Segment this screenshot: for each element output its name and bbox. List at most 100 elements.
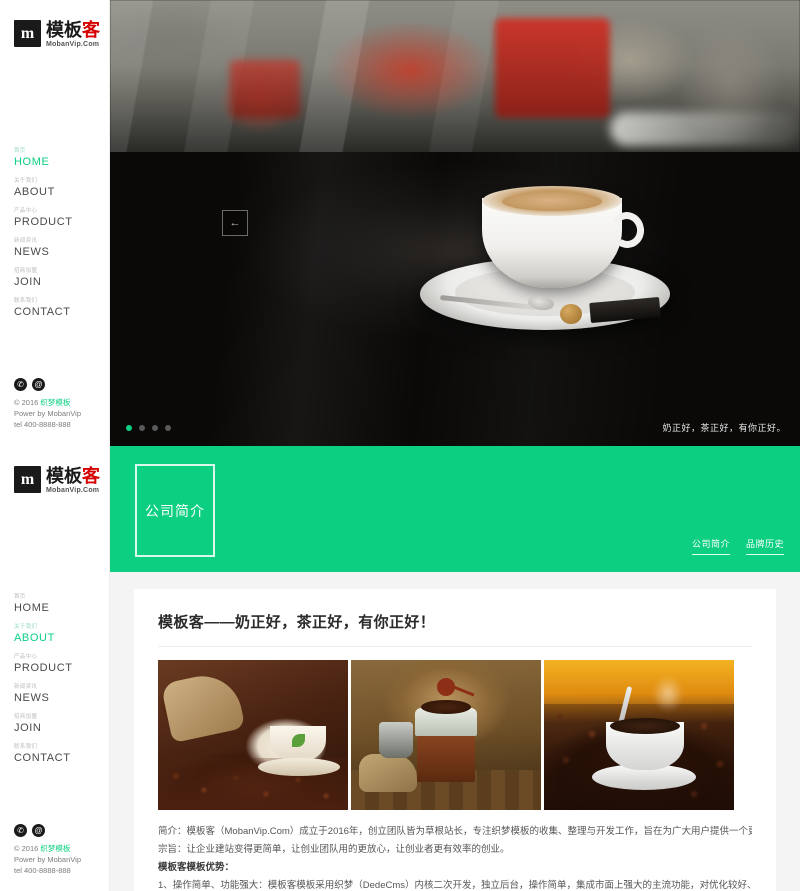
sidebar-screen-1: m 模板客 MobanVip.Com 首页 HOME 关于我们 ABOUT 产品… bbox=[0, 0, 110, 446]
tab-brand-history[interactable]: 品牌历史 bbox=[745, 537, 784, 555]
slider-dot-4[interactable] bbox=[165, 425, 171, 431]
nav-label-cn: 首页 bbox=[14, 148, 26, 154]
nav-label-cn: 招商加盟 bbox=[14, 268, 38, 274]
tel-line: tel 400-8888-888 bbox=[14, 420, 71, 429]
truffle-ball bbox=[560, 304, 582, 324]
copyright-link[interactable]: 织梦模板 bbox=[40, 844, 70, 853]
logo-mark-icon: m bbox=[14, 20, 41, 47]
car-lightstreak bbox=[610, 112, 800, 146]
slider-dots bbox=[126, 425, 171, 431]
burlap-sack-shape bbox=[160, 668, 246, 744]
gallery-image-coffee-beans-sack[interactable] bbox=[158, 660, 348, 810]
sidebar-item-contact[interactable]: 联系我们 CONTACT bbox=[14, 298, 73, 319]
weixin-icon[interactable]: ✆ bbox=[14, 824, 27, 837]
power-line: Power by MobanVip bbox=[14, 855, 81, 864]
weibo-icon[interactable]: @ bbox=[32, 378, 45, 391]
about-band-title: 公司简介 bbox=[145, 502, 205, 519]
nav-label-en: PRODUCT bbox=[14, 216, 73, 228]
logo-name-black: 模板 bbox=[46, 466, 82, 486]
sidebar-item-home[interactable]: 首页 HOME bbox=[14, 594, 73, 615]
copyright-line: © 2016 织梦模板 bbox=[14, 397, 81, 408]
about-tabs: 公司简介 品牌历史 bbox=[691, 537, 784, 555]
grinder-crank-knob bbox=[437, 678, 455, 696]
slider-dot-2[interactable] bbox=[139, 425, 145, 431]
red-bus-shape-2 bbox=[230, 60, 300, 118]
steam-shape bbox=[644, 668, 692, 720]
gallery-image-coffee-cup-beans[interactable] bbox=[544, 660, 734, 810]
tel-line: tel 400-8888-888 bbox=[14, 866, 71, 875]
coffee-liquid-shape bbox=[610, 718, 680, 734]
slider-caption: 奶正好，茶正好，有你正好。 bbox=[662, 423, 786, 433]
nav-label-en: HOME bbox=[14, 602, 50, 614]
nav-label-cn: 新闻资讯 bbox=[14, 684, 38, 690]
sidebar-item-about[interactable]: 关于我们 ABOUT bbox=[14, 178, 73, 199]
nav-label-cn: 产品中心 bbox=[14, 654, 38, 660]
about-section: 公司简介 公司简介 品牌历史 模板客——奶正好，茶正好，有你正好！ 简介：模板客… bbox=[110, 446, 800, 891]
sidebar-footer-2: ✆ @ © 2016 织梦模板 Power by MobanVip tel 40… bbox=[14, 824, 81, 876]
metal-pot-shape bbox=[379, 722, 413, 758]
nav-label-cn: 首页 bbox=[14, 594, 26, 600]
grinder-beans-shape bbox=[421, 700, 471, 714]
street-blur-overlay bbox=[110, 0, 800, 172]
red-bus-shape bbox=[495, 18, 610, 118]
weibo-icon[interactable]: @ bbox=[32, 824, 45, 837]
social-links: ✆ @ bbox=[14, 824, 81, 837]
sidebar-item-product[interactable]: 产品中心 PRODUCT bbox=[14, 208, 73, 229]
about-body-text: 简介：模板客（MobanVip.Com）成立于2016年，创立团队皆为草根站长，… bbox=[158, 823, 752, 891]
logo[interactable]: m 模板客 MobanVip.Com bbox=[14, 20, 100, 48]
sidebar-item-product[interactable]: 产品中心 PRODUCT bbox=[14, 654, 73, 675]
burlap-sack-shape bbox=[359, 754, 417, 792]
logo-name-en: MobanVip.Com bbox=[46, 41, 100, 48]
about-band-title-box: 公司简介 bbox=[135, 464, 215, 557]
logo-name-red: 客 bbox=[82, 20, 100, 40]
power-line: Power by MobanVip bbox=[14, 409, 81, 418]
saucer-shape bbox=[258, 758, 340, 776]
main-nav-1: 首页 HOME 关于我们 ABOUT 产品中心 PRODUCT 新闻资讯 NEW… bbox=[14, 148, 73, 328]
tab-company-profile[interactable]: 公司简介 bbox=[691, 537, 730, 555]
slide-background-street bbox=[110, 0, 800, 172]
coffee-foam-art bbox=[502, 192, 602, 211]
nav-label-en: JOIN bbox=[14, 276, 42, 288]
about-content-card: 模板客——奶正好，茶正好，有你正好！ 简介：模板客（MobanVip.Com）成… bbox=[134, 589, 776, 891]
sidebar-footer-1: ✆ @ © 2016 织梦模板 Power by MobanVip tel 40… bbox=[14, 378, 81, 430]
about-paragraph-advantages-title: 模板客模板优势： bbox=[158, 862, 235, 873]
sidebar-item-about[interactable]: 关于我们 ABOUT bbox=[14, 624, 73, 645]
nav-label-cn: 联系我们 bbox=[14, 298, 38, 304]
logo-name-cn: 模板客 bbox=[46, 466, 100, 486]
about-heading: 模板客——奶正好，茶正好，有你正好！ bbox=[158, 614, 436, 631]
about-paragraph-advantage-1: 1、操作简单、功能强大：模板客模板采用织梦（DedeCms）内核二次开发，独立后… bbox=[158, 880, 752, 891]
weixin-icon[interactable]: ✆ bbox=[14, 378, 27, 391]
grinder-base-shape bbox=[417, 734, 475, 782]
about-gallery bbox=[158, 660, 752, 810]
nav-label-cn: 新闻资讯 bbox=[14, 238, 38, 244]
copyright-prefix: © 2016 bbox=[14, 398, 41, 407]
logo-name-cn: 模板客 bbox=[46, 20, 100, 40]
slide-coffee-street bbox=[110, 0, 800, 446]
sidebar-item-contact[interactable]: 联系我们 CONTACT bbox=[14, 744, 73, 765]
copyright-prefix: © 2016 bbox=[14, 844, 41, 853]
copyright-link[interactable]: 织梦模板 bbox=[40, 398, 70, 407]
sidebar-item-join[interactable]: 招商加盟 JOIN bbox=[14, 714, 73, 735]
sidebar-item-home[interactable]: 首页 HOME bbox=[14, 148, 73, 169]
gallery-image-coffee-grinder[interactable] bbox=[351, 660, 541, 810]
slider-dot-3[interactable] bbox=[152, 425, 158, 431]
sidebar-item-join[interactable]: 招商加盟 JOIN bbox=[14, 268, 73, 289]
logo-text: 模板客 MobanVip.Com bbox=[46, 466, 100, 494]
copyright-line: © 2016 织梦模板 bbox=[14, 843, 81, 854]
slider-prev-button[interactable]: ← bbox=[222, 210, 248, 236]
nav-label-cn: 关于我们 bbox=[14, 624, 38, 630]
nav-label-en: NEWS bbox=[14, 692, 50, 704]
social-links: ✆ @ bbox=[14, 378, 81, 391]
sidebar: m 模板客 MobanVip.Com 首页 HOME 关于我们 ABOUT 产品… bbox=[0, 0, 110, 891]
logo[interactable]: m 模板客 MobanVip.Com bbox=[14, 466, 100, 494]
slider-dot-1[interactable] bbox=[126, 425, 132, 431]
logo-mark-icon: m bbox=[14, 466, 41, 493]
nav-label-cn: 产品中心 bbox=[14, 208, 38, 214]
nav-label-cn: 招商加盟 bbox=[14, 714, 38, 720]
sidebar-item-news[interactable]: 新闻资讯 NEWS bbox=[14, 238, 73, 259]
about-paragraph-mission: 宗旨：让企业建站变得更简单，让创业团队用的更放心，让创业者更有效率的创业。 bbox=[158, 844, 510, 855]
about-green-band: 公司简介 公司简介 品牌历史 bbox=[110, 446, 800, 572]
sidebar-item-news[interactable]: 新闻资讯 NEWS bbox=[14, 684, 73, 705]
nav-label-en: PRODUCT bbox=[14, 662, 73, 674]
main-nav-2: 首页 HOME 关于我们 ABOUT 产品中心 PRODUCT 新闻资讯 NEW… bbox=[14, 594, 73, 774]
